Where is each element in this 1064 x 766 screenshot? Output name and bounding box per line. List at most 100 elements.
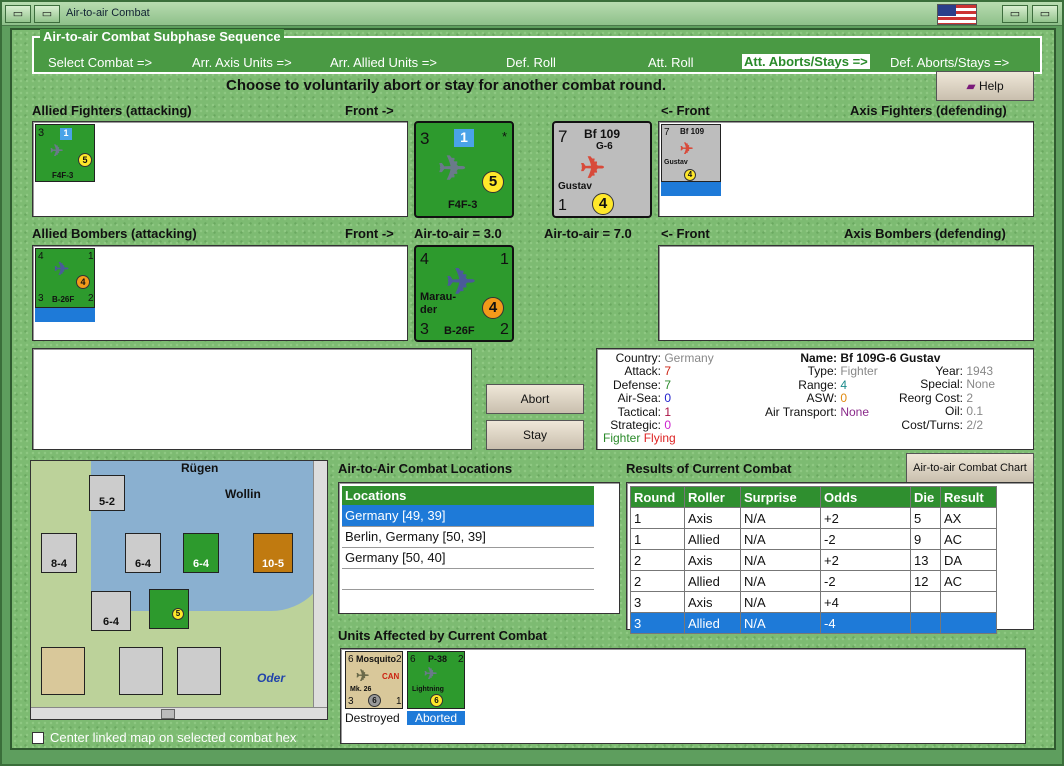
air-transport-label: Air Transport:: [764, 404, 837, 419]
table-row[interactable]: 1 Axis N/A +2 5 AX: [630, 507, 997, 529]
minimize-button[interactable]: ▭: [1002, 5, 1028, 23]
attack-value: 7: [664, 364, 672, 379]
results-table-box: Round Roller Surprise Odds Die Result 1A…: [626, 482, 1034, 634]
reorg-label: Reorg Cost:: [898, 390, 963, 405]
special-value: None: [966, 377, 996, 392]
window-restore-icon[interactable]: ▭: [34, 5, 60, 23]
selected-unit-bar: [661, 182, 721, 196]
axis-bombers-box[interactable]: [658, 245, 1034, 341]
map-counter-3[interactable]: 6-4: [125, 533, 161, 573]
col-odds: Odds: [820, 486, 911, 508]
airsea-value: 0: [664, 391, 672, 406]
defense-value: 7: [664, 377, 672, 392]
us-flag-icon: [937, 4, 977, 25]
message-box: [32, 348, 472, 450]
allied-bombers-box[interactable]: 4 1 ✈ 4 3 B-26F 2: [32, 245, 408, 341]
locations-list[interactable]: Locations Germany [49, 39] Berlin, Germa…: [338, 482, 620, 614]
name-label: Name:: [800, 351, 837, 365]
affected-title: Units Affected by Current Combat: [338, 628, 547, 643]
year-label: Year:: [935, 364, 963, 378]
map-counter-bf109[interactable]: [177, 647, 221, 695]
cell: -2: [820, 570, 911, 592]
counter-circle: 4: [482, 297, 504, 319]
abort-button[interactable]: Abort: [486, 384, 584, 414]
linked-map[interactable]: Rügen Wollin Oder 5-2 8-4 6-4 6-4 10-5 6…: [30, 460, 328, 720]
counter-move-value: 2: [88, 293, 94, 304]
country-value: Germany: [664, 351, 714, 365]
map-counter-5[interactable]: 10-5: [253, 533, 293, 573]
cell: Axis: [684, 591, 741, 613]
combat-chart-button[interactable]: Air-to-air Combat Chart: [906, 453, 1034, 483]
counter-name: Mosquito: [356, 654, 396, 664]
stay-button[interactable]: Stay: [486, 420, 584, 450]
bomber-icon: ✈: [54, 259, 70, 279]
col-round: Round: [630, 486, 685, 508]
table-row[interactable]: 2 Axis N/A +2 13 DA: [630, 549, 997, 571]
seq-step-select-combat: Select Combat =>: [48, 55, 153, 70]
window-menu-icon[interactable]: ▭: [5, 5, 31, 23]
counter-attack-value: 4: [38, 251, 44, 262]
counter-range-value: 2: [458, 654, 464, 665]
table-row[interactable]: 3 Allied N/A -4: [630, 612, 997, 634]
unit-counter-bf109-small[interactable]: 7 Bf 109 ✈ Gustav 4: [661, 124, 721, 182]
counter-value: 6-4: [103, 616, 119, 628]
plane-icon: ✈: [424, 666, 438, 683]
tactical-label: Tactical:: [617, 404, 661, 419]
maximize-button[interactable]: ▭: [1032, 5, 1058, 23]
map-scroll-thumb[interactable]: [161, 709, 175, 719]
map-counter-spitfire[interactable]: [41, 647, 85, 695]
cell: 13: [910, 549, 941, 571]
center-map-label: Center linked map on selected combat hex: [50, 730, 297, 745]
seq-step-arr-axis: Arr. Axis Units =>: [192, 55, 292, 70]
unit-counter-b26-small[interactable]: 4 1 ✈ 4 3 B-26F 2: [35, 248, 95, 308]
unit-counter-bf109-large[interactable]: 7 Bf 109 G-6 ✈ Gustav 1 4: [552, 121, 652, 218]
counter-attack-value: 3: [420, 129, 430, 148]
name-value: Bf 109G-6 Gustav: [840, 351, 941, 365]
front-left-label-2: <- Front: [661, 226, 710, 241]
unit-counter-p38[interactable]: 6 P-38 2 ✈ Lightning 6: [407, 651, 465, 709]
window: ▭ ▭ Air-to-air Combat ▭ ▭ Air-to-air Com…: [0, 0, 1064, 766]
unit-counter-f4f-large[interactable]: 3 1 * ✈ 5 F4F-3: [414, 121, 514, 218]
counter-attack-value: 3: [38, 127, 45, 139]
table-row[interactable]: 3 Axis N/A +4: [630, 591, 997, 613]
counter-nick: Lightning: [412, 686, 444, 693]
allied-fighters-box[interactable]: 3 1 ✈ 5 F4F-3: [32, 121, 408, 217]
year-value: 1943: [966, 364, 994, 378]
front-left-label: <- Front: [661, 103, 710, 118]
help-label: Help: [978, 79, 1004, 93]
axis-fighters-box[interactable]: 7 Bf 109 ✈ Gustav 4: [658, 121, 1034, 217]
reorg-value: 2: [966, 390, 974, 405]
location-row[interactable]: Germany [49, 39]: [342, 505, 594, 527]
mosquito-status: Destroyed: [345, 711, 400, 725]
map-counter-fw190[interactable]: [119, 647, 163, 695]
counter-nick: Gustav: [558, 181, 592, 192]
counter-name: B-26F: [52, 295, 75, 304]
unit-counter-mosquito[interactable]: 6 Mosquito 2 ✈ CAN Mk. 26 3 6 1: [345, 651, 403, 709]
map-counter-1[interactable]: 5-2: [89, 475, 125, 511]
map-counter-f4f[interactable]: 5: [149, 589, 189, 629]
map-counter-2[interactable]: 8-4: [41, 533, 77, 573]
map-label-wollin: Wollin: [225, 487, 261, 501]
table-row[interactable]: 1 Allied N/A -2 9 AC: [630, 528, 997, 550]
locations-header: Locations: [342, 486, 594, 505]
asw-value: 0: [840, 391, 848, 406]
cell: +4: [820, 591, 911, 613]
cell: 3: [630, 591, 685, 613]
center-map-checkbox[interactable]: [32, 732, 44, 744]
location-row[interactable]: Germany [50, 40]: [342, 547, 594, 569]
map-label-rugen: Rügen: [181, 461, 219, 475]
help-button[interactable]: ▰ Help: [936, 71, 1034, 101]
map-vertical-scrollbar[interactable]: [313, 461, 327, 709]
map-horizontal-scrollbar[interactable]: [31, 707, 327, 719]
help-book-icon: ▰: [966, 79, 979, 93]
counter-mark: Mk. 26: [350, 686, 372, 693]
map-counter-4[interactable]: 6-4: [183, 533, 219, 573]
cell: N/A: [740, 570, 821, 592]
location-row[interactable]: Berlin, Germany [50, 39]: [342, 526, 594, 548]
unit-counter-b26-large[interactable]: 4 1 ✈ Marau- der 4 3 B-26F 2: [414, 245, 514, 342]
counter-name: B-26F: [444, 325, 475, 337]
map-counter-6[interactable]: 6-4: [91, 591, 131, 631]
table-row[interactable]: 2 Allied N/A -2 12 AC: [630, 570, 997, 592]
attack-label: Attack:: [624, 364, 661, 379]
unit-counter-f4f-small[interactable]: 3 1 ✈ 5 F4F-3: [35, 124, 95, 182]
